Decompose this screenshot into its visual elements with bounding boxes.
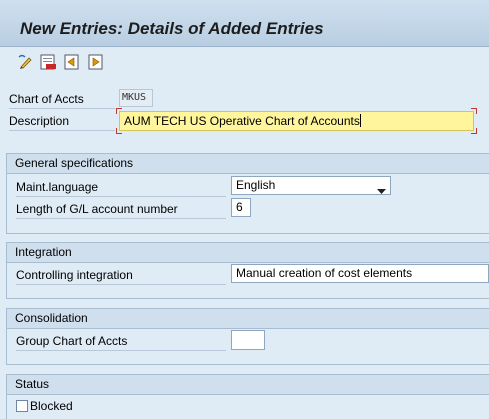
maint-language-dropdown[interactable]: English — [231, 176, 391, 195]
status-group: Status — [6, 374, 489, 419]
blocked-checkbox[interactable] — [16, 400, 28, 412]
label-underline — [16, 218, 226, 219]
maint-language-value: English — [236, 178, 276, 192]
title-bar: New Entries: Details of Added Entries — [0, 0, 489, 47]
label-underline — [9, 130, 115, 131]
controlling-integration-label: Controlling integration — [16, 268, 133, 282]
label-underline — [16, 284, 226, 285]
description-value: AUM TECH US Operative Chart of Accounts — [124, 114, 360, 128]
delete-icon[interactable] — [40, 54, 56, 70]
label-underline — [16, 350, 226, 351]
required-marker — [116, 108, 122, 114]
chevron-down-icon[interactable] — [377, 183, 386, 194]
group-title: General specifications — [7, 154, 489, 174]
maint-language-label: Maint.language — [16, 180, 99, 194]
controlling-integration-dropdown[interactable]: Manual creation of cost elements — [231, 264, 489, 283]
next-entry-icon[interactable] — [88, 54, 104, 70]
label-underline — [9, 108, 115, 109]
previous-entry-icon[interactable] — [64, 54, 80, 70]
label-underline — [16, 196, 226, 197]
gl-length-label: Length of G/L account number — [16, 202, 178, 216]
screen-title: New Entries: Details of Added Entries — [20, 19, 324, 38]
required-marker — [471, 128, 477, 134]
chart-of-accounts-label: Chart of Accts — [9, 92, 84, 106]
application-toolbar — [0, 47, 489, 80]
description-label: Description — [9, 114, 70, 128]
required-marker — [471, 108, 477, 114]
group-chart-label: Group Chart of Accts — [16, 334, 128, 348]
text-cursor — [359, 114, 361, 127]
description-input[interactable]: AUM TECH US Operative Chart of Accounts — [119, 111, 474, 131]
edit-icon[interactable] — [18, 54, 34, 70]
blocked-label: Blocked — [30, 399, 73, 413]
group-title: Integration — [7, 243, 489, 263]
group-title: Consolidation — [7, 309, 489, 329]
group-title: Status — [7, 375, 489, 395]
chart-of-accounts-field: MKUS — [119, 89, 153, 107]
group-chart-input[interactable] — [231, 330, 265, 350]
required-marker — [116, 128, 122, 134]
gl-length-input[interactable]: 6 — [231, 198, 251, 217]
